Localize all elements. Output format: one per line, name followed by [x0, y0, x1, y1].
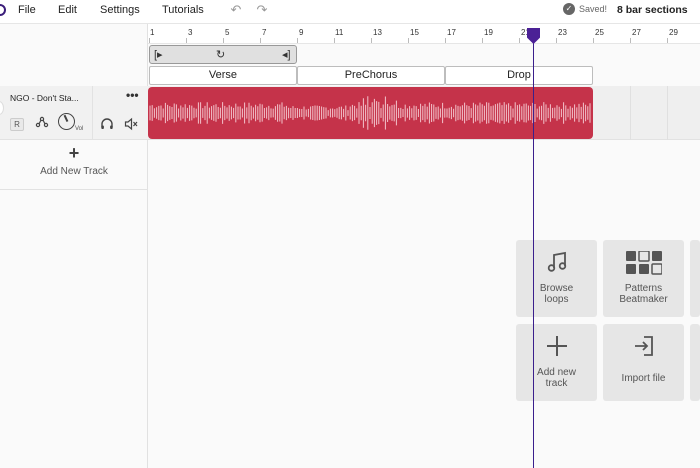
ruler-tick: 19 [484, 28, 493, 37]
ruler-tick-mark [260, 38, 261, 43]
tile-label: Add new [537, 367, 576, 378]
loop-start-icon[interactable]: [▸ [154, 48, 163, 61]
ruler-tick-mark [556, 38, 557, 43]
ruler-tick: 17 [447, 28, 456, 37]
mute-icon[interactable] [124, 117, 138, 131]
audio-clip[interactable] [148, 87, 593, 139]
song-sections-row: Verse PreChorus Drop [148, 66, 700, 86]
bar-sections-selector[interactable]: 8 bar sections [617, 4, 688, 16]
saved-label: Saved! [579, 4, 608, 14]
ruler-tick: 7 [262, 28, 267, 37]
ruler-tick: 27 [632, 28, 641, 37]
ruler-tick-mark [482, 38, 483, 43]
ruler-tick-mark [519, 38, 520, 43]
ruler-tick: 15 [410, 28, 419, 37]
check-icon: ✓ [563, 3, 575, 15]
menu-tutorials[interactable]: Tutorials [162, 4, 204, 16]
tile-label: Import file [621, 373, 666, 384]
waveform [149, 96, 591, 130]
patterns-beatmaker-tile[interactable]: Patterns Beatmaker [603, 240, 684, 317]
lane-grid-line [667, 86, 668, 140]
volume-knob[interactable] [58, 113, 75, 130]
volume-label: Vol [75, 126, 84, 132]
ruler-tick: 9 [299, 28, 304, 37]
track-color-handle[interactable] [0, 101, 4, 115]
app-logo[interactable] [0, 4, 6, 16]
redo-icon[interactable]: ↷ [254, 2, 270, 18]
partial-tile[interactable] [690, 240, 700, 317]
ruler-tick: 25 [595, 28, 604, 37]
import-icon [635, 336, 653, 356]
loop-region-row: [▸ ↻ ◂] [148, 44, 700, 66]
loop-end-icon[interactable]: ◂] [282, 48, 291, 61]
ruler-tick-mark [186, 38, 187, 43]
effects-icon[interactable] [35, 115, 49, 129]
ruler-tick-mark [593, 38, 594, 43]
menu-settings[interactable]: Settings [100, 4, 140, 16]
ruler-tick-mark [297, 38, 298, 43]
track-name[interactable]: NGO - Don't Sta... [10, 93, 79, 103]
menu-file[interactable]: File [18, 4, 36, 16]
import-file-tile[interactable]: Import file [603, 324, 684, 401]
ruler-tick-mark [445, 38, 446, 43]
partial-tile[interactable] [690, 324, 700, 401]
tile-label: loops [544, 294, 569, 305]
ruler-tick-mark [667, 38, 668, 43]
track-lane[interactable] [148, 86, 700, 140]
track-header[interactable]: NGO - Don't Sta... ••• R Vol [0, 86, 148, 140]
ruler-tick-mark [223, 38, 224, 43]
add-new-track-button[interactable]: + Add New Track [0, 142, 148, 190]
ruler-tick: 1 [150, 28, 155, 37]
music-note-icon [547, 251, 567, 272]
ruler-tick: 5 [225, 28, 230, 37]
tile-label: Patterns [624, 283, 663, 294]
ruler-tick: 23 [558, 28, 567, 37]
ruler-tick-mark [371, 38, 372, 43]
menu-edit[interactable]: Edit [58, 4, 77, 16]
ruler-tick-mark [149, 38, 150, 43]
track-header-divider [92, 86, 93, 140]
add-track-label: Add New Track [40, 166, 108, 177]
plus-icon [547, 336, 567, 356]
plus-icon: + [68, 143, 80, 163]
section-verse[interactable]: Verse [149, 66, 297, 85]
save-status: ✓ Saved! [563, 3, 607, 15]
undo-icon[interactable]: ↶ [228, 2, 244, 18]
tile-label: track [545, 378, 568, 389]
section-drop[interactable]: Drop [445, 66, 593, 85]
headphones-icon[interactable] [100, 117, 114, 131]
playhead-line [533, 28, 534, 468]
record-arm-button[interactable]: R [10, 118, 24, 131]
ruler-tick: 11 [335, 28, 344, 37]
timeline-ruler[interactable]: 1 3 5 7 9 11 13 15 17 19 21 23 25 27 29 [148, 24, 700, 44]
tile-label: Beatmaker [619, 294, 668, 305]
grid-pads-icon [626, 251, 662, 275]
menu-bar: File Edit Settings Tutorials ↶ ↷ ✓ Saved… [0, 0, 700, 24]
ruler-tick: 3 [188, 28, 193, 37]
tile-label: Browse [539, 283, 574, 294]
loop-toggle-icon[interactable]: ↻ [216, 48, 225, 61]
track-options-icon[interactable]: ••• [126, 88, 139, 102]
ruler-tick-mark [334, 38, 335, 43]
ruler-tick-mark [408, 38, 409, 43]
lane-grid-line [630, 86, 631, 140]
ruler-tick-mark [630, 38, 631, 43]
ruler-tick: 29 [669, 28, 678, 37]
browse-loops-tile[interactable]: Browse loops [516, 240, 597, 317]
section-prechorus[interactable]: PreChorus [297, 66, 445, 85]
add-new-track-tile[interactable]: Add new track [516, 324, 597, 401]
loop-region[interactable]: [▸ ↻ ◂] [149, 45, 297, 64]
track-list-panel: NGO - Don't Sta... ••• R Vol + Add New T… [0, 24, 148, 468]
ruler-tick: 13 [373, 28, 382, 37]
